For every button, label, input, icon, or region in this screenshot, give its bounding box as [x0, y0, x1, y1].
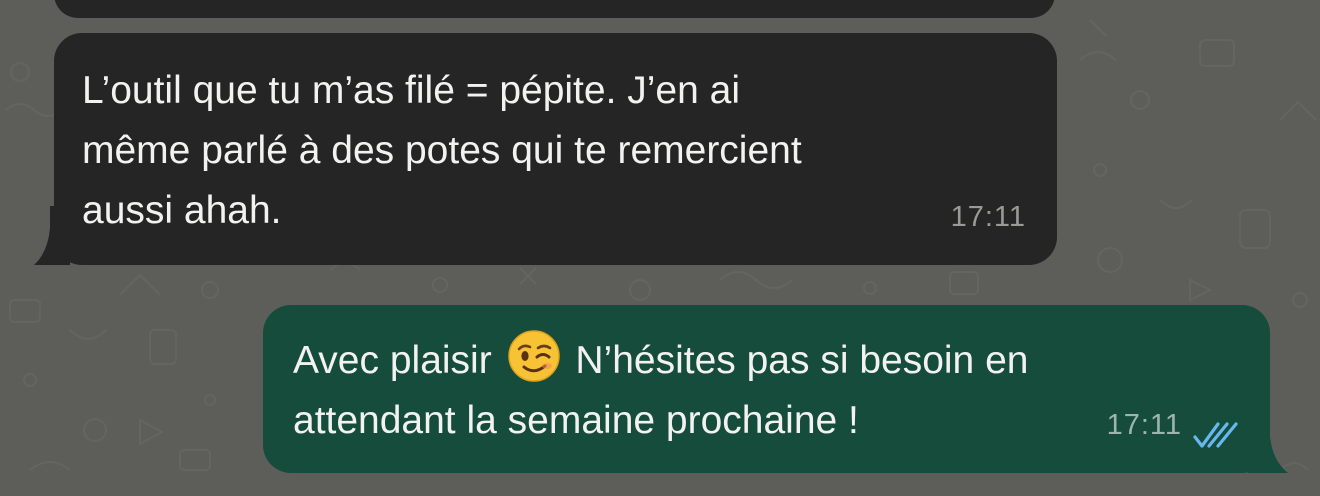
message-text: Avec plaisir N’hésites pas si besoin en … — [293, 329, 1240, 451]
outgoing-message-bubble[interactable]: Avec plaisir N’hésites pas si besoin en … — [263, 305, 1270, 473]
previous-message-bubble[interactable] — [54, 0, 1055, 18]
message-timestamp: 17:11 — [1106, 409, 1182, 441]
message-text: L’outil que tu m’as filé = pépite. J’en … — [82, 69, 802, 232]
message-text-start: Avec plaisir — [293, 339, 503, 382]
double-check-read-icon — [1193, 422, 1238, 448]
message-timestamp: 17:11 — [950, 201, 1026, 233]
winking-face-emoji-icon — [507, 330, 560, 382]
incoming-message-bubble[interactable]: L’outil que tu m’as filé = pépite. J’en … — [54, 33, 1057, 265]
